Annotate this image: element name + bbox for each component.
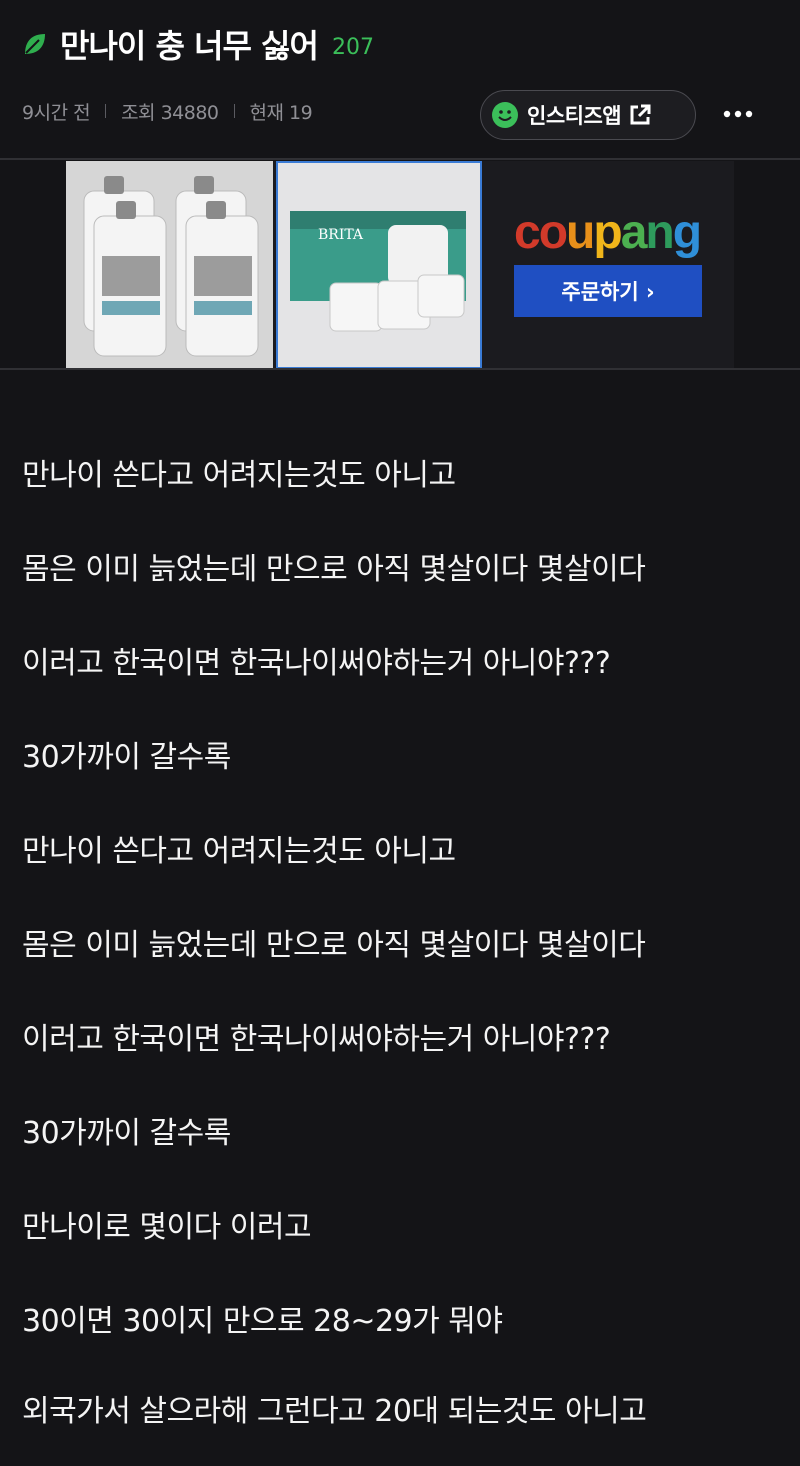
body-paragraph: 만나이 쓴다고 어려지는것도 아니고 [22,834,456,869]
body-paragraph: 30가까이 갈수록 [22,1116,231,1151]
post-meta: 9시간 전 조회 34880 현재 19 [22,96,313,126]
body-paragraph: 외국가서 살으라해 그런다고 20대 되는것도 아니고 [22,1394,647,1429]
body-paragraph: 이러고 한국이면 한국나이써야하는거 아니야??? [22,646,611,681]
body-paragraph: 만나이로 몇이다 이러고 [22,1210,312,1245]
meta-separator [105,104,107,118]
ad-product-image-filter[interactable]: BRITA [276,161,482,369]
external-link-icon [630,104,651,125]
coupang-logo: coupang [514,206,702,259]
comment-count[interactable]: 207 [332,35,374,60]
body-paragraph: 30가까이 갈수록 [22,740,231,775]
body-paragraph: 이러고 한국이면 한국나이써야하는거 아니야??? [22,1022,611,1057]
ad-product-image-detergent[interactable] [66,161,273,369]
current-viewers: 현재 19 [249,101,313,124]
ad-divider [0,368,800,370]
body-paragraph: 30이면 30이지 만으로 28~29가 뭐야 [22,1304,503,1339]
body-paragraph: 몸은 이미 늙었는데 만으로 아직 몇살이다 몇살이다 [22,928,646,963]
brita-logo: BRITA [318,227,364,243]
leaf-icon [22,31,48,57]
ad-banner[interactable]: BRITA coupang 주문하기 › [66,161,734,369]
header-divider [0,158,800,160]
body-paragraph: 만나이 쓴다고 어려지는것도 아니고 [22,458,456,493]
body-paragraph: 몸은 이미 늙었는데 만으로 아직 몇살이다 몇살이다 [22,552,646,587]
post-header: 만나이 충 너무 싫어 207 9시간 전 조회 34880 현재 19 인스티… [0,0,800,160]
meta-separator [233,104,235,118]
insti-app-button[interactable]: 인스티즈앱 [480,90,696,140]
insti-app-label: 인스티즈앱 [527,104,622,128]
more-horizontal-icon[interactable] [720,98,756,130]
title-row: 만나이 충 너무 싫어 207 [22,22,374,66]
smile-icon [492,102,518,128]
view-count: 조회 34880 [121,101,219,124]
post-time: 9시간 전 [22,101,91,124]
order-button[interactable]: 주문하기 › [514,265,702,317]
post-title: 만나이 충 너무 싫어 [60,27,319,65]
